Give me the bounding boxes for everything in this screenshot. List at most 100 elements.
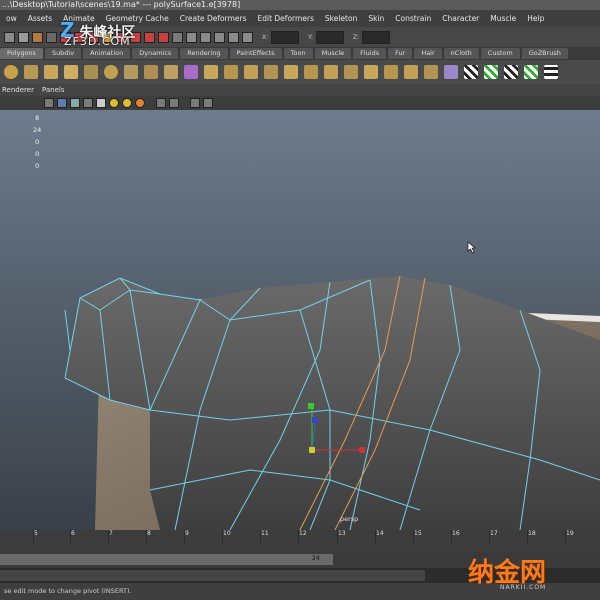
- select-by-object-icon[interactable]: [18, 31, 29, 43]
- menu-item-edit-deformers[interactable]: Edit Deformers: [252, 14, 319, 23]
- range-slider-bar[interactable]: [0, 554, 333, 565]
- timeline-tick: 16: [452, 530, 460, 537]
- hardware-texture-icon[interactable]: [109, 98, 119, 108]
- snap-view-icon[interactable]: [144, 31, 155, 43]
- menu-item-window[interactable]: ow: [0, 14, 22, 23]
- timeline-tick: 17: [490, 530, 498, 537]
- x-ray-icon[interactable]: [122, 98, 132, 108]
- viewport-hud: 8 24 0 0 0: [33, 112, 41, 172]
- cylindrical-uv-icon[interactable]: [484, 65, 498, 79]
- insert-edge-loop-icon[interactable]: [384, 65, 398, 79]
- panel-menu-panels[interactable]: Panels: [40, 86, 71, 94]
- automatic-uv-icon[interactable]: [524, 65, 538, 79]
- perspective-viewport[interactable]: [0, 110, 600, 530]
- time-slider[interactable]: 5 6 7 8 9 10 11 12 13 14 15 16 17 18 19: [0, 530, 600, 552]
- boolean-difference-icon[interactable]: [224, 65, 238, 79]
- shelf-tab-painteffects[interactable]: PaintEffects: [229, 48, 282, 59]
- default-lights-icon[interactable]: [83, 98, 93, 108]
- shelf-tab-fluids[interactable]: Fluids: [353, 48, 387, 59]
- menu-item-assets[interactable]: Assets: [22, 14, 57, 23]
- render-settings-icon[interactable]: [214, 31, 225, 43]
- panel-menu-renderer[interactable]: Renderer: [0, 86, 40, 94]
- uv-texture-editor-icon[interactable]: [544, 65, 558, 79]
- menu-item-help[interactable]: Help: [521, 14, 549, 23]
- shelf-tab-fur[interactable]: Fur: [388, 48, 413, 59]
- timeline-tick: 9: [185, 530, 189, 537]
- menu-item-constrain[interactable]: Constrain: [389, 14, 436, 23]
- shelf-tab-rendering[interactable]: Rendering: [180, 48, 228, 59]
- y-axis-handle: [308, 403, 314, 409]
- shelf-tab-dynamics[interactable]: Dynamics: [132, 48, 179, 59]
- wireframe-icon[interactable]: [44, 98, 54, 108]
- shelf-tab-hair[interactable]: Hair: [414, 48, 442, 59]
- spherical-uv-icon[interactable]: [504, 65, 518, 79]
- render-view-icon[interactable]: [242, 31, 253, 43]
- mirror-geometry-icon[interactable]: [264, 65, 278, 79]
- planar-uv-icon[interactable]: [464, 65, 478, 79]
- merge-vertices-icon[interactable]: [424, 65, 438, 79]
- hud-value: 24: [33, 126, 42, 134]
- fill-hole-icon[interactable]: [344, 65, 358, 79]
- command-input[interactable]: [0, 570, 425, 581]
- isolate-select-icon[interactable]: [135, 98, 145, 108]
- resolution-gate-icon[interactable]: [156, 98, 166, 108]
- extract-icon[interactable]: [164, 65, 178, 79]
- poly-torus-icon[interactable]: [104, 65, 118, 79]
- shelf-tab-muscle[interactable]: Muscle: [314, 48, 352, 59]
- shelf-tab-subdiv[interactable]: Subdiv: [44, 48, 82, 59]
- snap-surface-icon[interactable]: [158, 31, 169, 43]
- shelf-tab-animation[interactable]: Animation: [83, 48, 131, 59]
- shelf-tab-toon[interactable]: Toon: [283, 48, 313, 59]
- bridge-icon[interactable]: [304, 65, 318, 79]
- smooth-icon[interactable]: [184, 65, 198, 79]
- soften-edge-icon[interactable]: [444, 65, 458, 79]
- append-polygon-icon[interactable]: [324, 65, 338, 79]
- menu-item-character[interactable]: Character: [436, 14, 484, 23]
- panel-menu-bar: Renderer Panels: [0, 84, 600, 96]
- shelf-tab-custom[interactable]: Custom: [480, 48, 520, 59]
- menu-item-create-deformers[interactable]: Create Deformers: [174, 14, 252, 23]
- shelf-tab-polygons[interactable]: Polygons: [0, 48, 43, 59]
- timeline-tick: 19: [566, 530, 574, 537]
- poly-sphere-icon[interactable]: [4, 65, 18, 79]
- ipr-render-icon[interactable]: [200, 31, 211, 43]
- boolean-intersection-icon[interactable]: [244, 65, 258, 79]
- poly-cone-icon[interactable]: [64, 65, 78, 79]
- x-axis-handle: [359, 447, 365, 453]
- hud-value: 0: [35, 150, 40, 158]
- shadows-icon[interactable]: [96, 98, 106, 108]
- smooth-shade-icon[interactable]: [57, 98, 67, 108]
- y-coord-field[interactable]: [316, 30, 345, 44]
- film-gate-icon[interactable]: [169, 98, 179, 108]
- snap-grid-icon[interactable]: [46, 31, 57, 43]
- extrude-icon[interactable]: [284, 65, 298, 79]
- poly-cube-icon[interactable]: [24, 65, 38, 79]
- render-frame-icon[interactable]: [186, 31, 197, 43]
- combine-icon[interactable]: [124, 65, 138, 79]
- select-by-component-icon[interactable]: [32, 31, 43, 43]
- textured-icon[interactable]: [70, 98, 80, 108]
- shelf-tabs: Polygons Subdiv Animation Dynamics Rende…: [0, 47, 600, 60]
- grid-toggle-icon[interactable]: [190, 98, 200, 108]
- hud-value: 8: [35, 114, 40, 122]
- poly-cylinder-icon[interactable]: [44, 65, 58, 79]
- camera-attributes-icon[interactable]: [203, 98, 213, 108]
- timeline-tick: 5: [34, 530, 38, 537]
- timeline-tick: 18: [528, 530, 536, 537]
- boolean-union-icon[interactable]: [204, 65, 218, 79]
- menu-item-skin[interactable]: Skin: [362, 14, 389, 23]
- split-polygon-icon[interactable]: [364, 65, 378, 79]
- separate-icon[interactable]: [144, 65, 158, 79]
- menu-item-skeleton[interactable]: Skeleton: [319, 14, 362, 23]
- shelf-tab-ncloth[interactable]: nCloth: [443, 48, 479, 59]
- bevel-icon[interactable]: [404, 65, 418, 79]
- x-coord-field[interactable]: [271, 30, 300, 44]
- shelf-tab-gozbrush[interactable]: GoZBrush: [521, 48, 568, 59]
- history-icon[interactable]: [172, 31, 183, 43]
- z-coord-field[interactable]: [362, 30, 391, 44]
- range-end-value: 24: [312, 555, 320, 562]
- poly-plane-icon[interactable]: [84, 65, 98, 79]
- hypershade-icon[interactable]: [228, 31, 239, 43]
- select-by-hierarchy-icon[interactable]: [4, 31, 15, 43]
- menu-item-muscle[interactable]: Muscle: [484, 14, 521, 23]
